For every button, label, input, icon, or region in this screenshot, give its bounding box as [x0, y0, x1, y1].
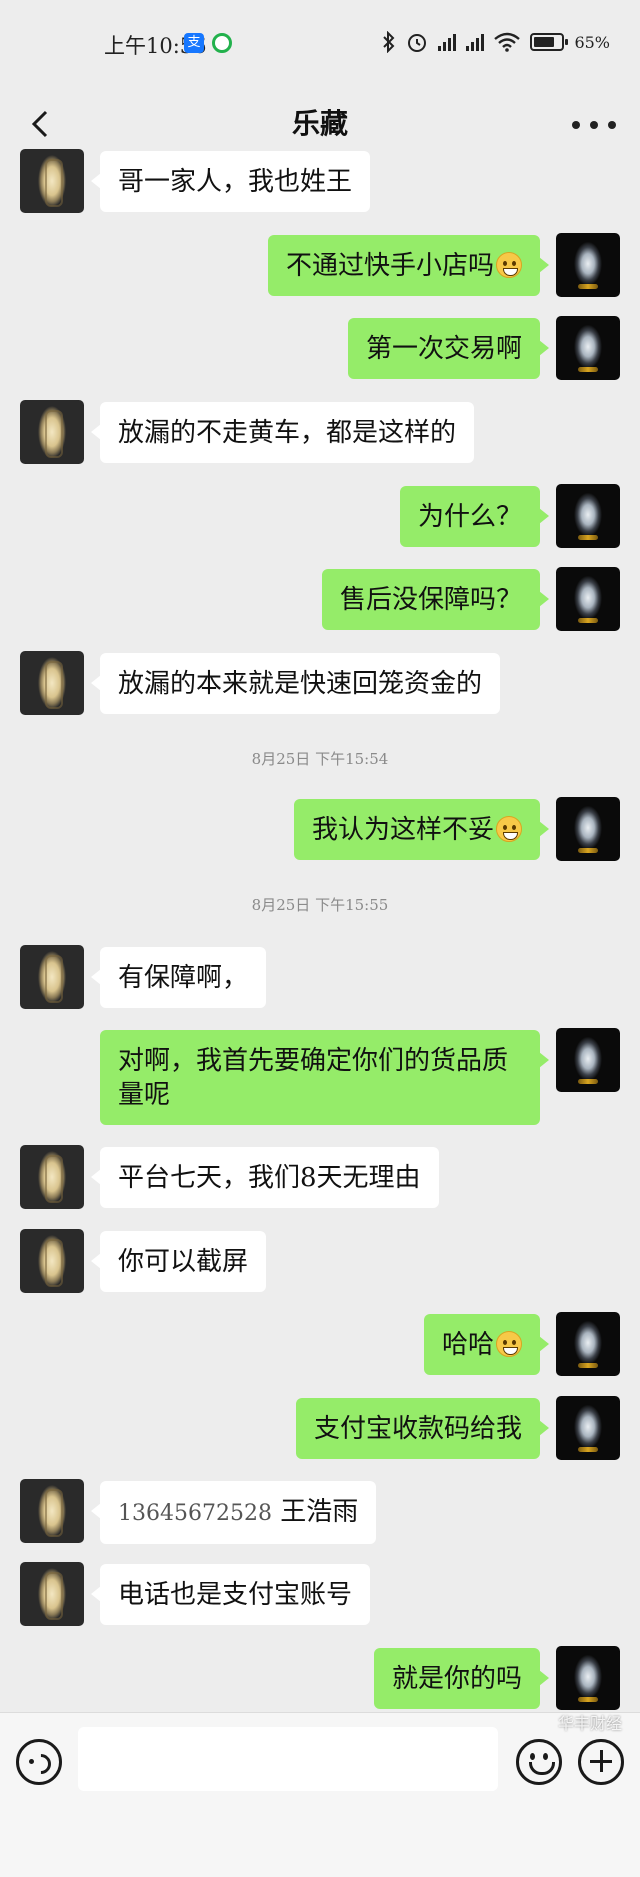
tears-of-joy-emoji-icon	[496, 252, 522, 278]
self-avatar[interactable]	[556, 1028, 620, 1092]
battery-icon	[530, 33, 569, 51]
contact-avatar[interactable]	[20, 149, 84, 213]
message-bubble[interactable]: 就是你的吗	[373, 1648, 550, 1709]
message-bubble[interactable]: 有保障啊，	[90, 947, 267, 1008]
self-avatar[interactable]	[556, 567, 620, 631]
message-bubble[interactable]: 哥一家人，我也姓王	[90, 151, 371, 212]
message-bubble[interactable]: 放漏的不走黄车，都是这样的	[90, 402, 475, 463]
contact-avatar[interactable]	[20, 1479, 84, 1543]
bluetooth-icon	[383, 31, 395, 53]
signal-icon-2	[466, 33, 485, 51]
watermark: 华丰财经	[557, 1714, 622, 1733]
message-bubble[interactable]: 售后没保障吗？	[321, 569, 550, 630]
grinning-face-emoji-icon	[496, 816, 522, 842]
more-actions-icon[interactable]	[578, 1739, 624, 1785]
message-bubble[interactable]: 支付宝收款码给我	[295, 1398, 550, 1459]
contact-avatar[interactable]	[20, 1229, 84, 1293]
signal-icon-1	[438, 33, 457, 51]
contact-avatar[interactable]	[20, 1562, 84, 1626]
message-bubble[interactable]: 放漏的本来就是快速回笼资金的	[90, 653, 501, 714]
battery-percent: 65%	[574, 32, 610, 52]
self-avatar[interactable]	[556, 1396, 620, 1460]
message-timestamp: 8月25日 下午15:54	[251, 750, 389, 768]
phone-number[interactable]: 13645672528	[118, 1501, 272, 1526]
more-options-icon[interactable]	[572, 110, 616, 140]
message-bubble[interactable]: 平台七天，我们8天无理由	[91, 1147, 439, 1208]
contact-avatar[interactable]	[20, 651, 84, 715]
self-avatar[interactable]	[556, 1646, 620, 1710]
message-bubble[interactable]: 不通过快手小店吗	[267, 235, 550, 296]
message-bubble[interactable]: 哈哈	[423, 1314, 550, 1375]
status-bar: 上午10:56 支 65%	[0, 0, 640, 88]
contact-avatar[interactable]	[20, 1145, 84, 1209]
message-bubble[interactable]: 为什么？	[399, 486, 550, 547]
chat-title: 乐藏	[291, 107, 348, 140]
alarm-icon	[408, 34, 427, 52]
notification-icon	[212, 33, 232, 53]
message-bubble[interactable]: 电话也是支付宝账号	[90, 1564, 371, 1625]
input-bar	[0, 1712, 640, 1877]
smiling-face-emoji-icon	[496, 1331, 522, 1357]
contact-avatar[interactable]	[20, 945, 84, 1009]
message-bubble[interactable]: 13645672528 王浩雨	[90, 1481, 377, 1544]
self-avatar[interactable]	[556, 797, 620, 861]
voice-input-icon[interactable]	[16, 1739, 62, 1785]
contact-avatar[interactable]	[20, 400, 84, 464]
self-avatar[interactable]	[556, 233, 620, 297]
status-indicators: 65%	[382, 28, 610, 56]
message-bubble[interactable]: 第一次交易啊	[347, 318, 550, 379]
self-avatar[interactable]	[556, 316, 620, 380]
message-input[interactable]	[78, 1727, 498, 1791]
emoji-picker-icon[interactable]	[516, 1739, 562, 1785]
wifi-icon	[494, 32, 521, 52]
self-avatar[interactable]	[556, 484, 620, 548]
self-avatar[interactable]	[556, 1312, 620, 1376]
message-bubble[interactable]: 我认为这样不妥	[293, 799, 550, 860]
message-timestamp: 8月25日 下午15:55	[251, 896, 389, 914]
message-bubble[interactable]: 对啊，我首先要确定你们的货品质量呢	[100, 1030, 549, 1125]
message-bubble[interactable]: 你可以截屏	[90, 1231, 267, 1292]
alipay-icon: 支	[184, 33, 204, 53]
